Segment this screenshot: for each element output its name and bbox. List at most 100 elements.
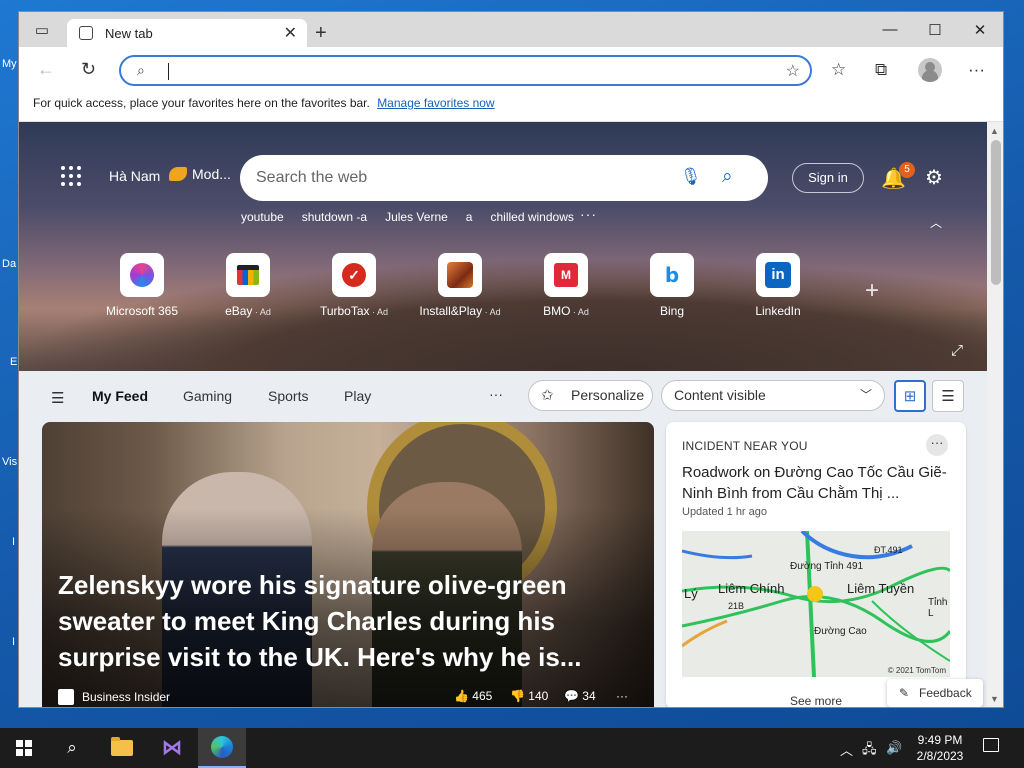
tab-gaming[interactable]: Gaming <box>183 388 232 404</box>
microphone-icon[interactable]: 🎙 <box>680 167 702 187</box>
map-label: Lý <box>684 586 698 601</box>
incident-card[interactable]: INCIDENT NEAR YOU ··· Roadwork on Đường … <box>666 422 966 707</box>
more-tabs-button[interactable]: ··· <box>489 386 503 402</box>
map-copyright: © 2021 TomTom <box>887 666 946 675</box>
scrollbar-thumb[interactable] <box>991 140 1001 285</box>
desktop-icon-label[interactable]: Vis <box>2 456 17 468</box>
search-icon[interactable]: ⌕ <box>722 166 733 188</box>
tile-ad-tag: · Ad <box>369 307 389 317</box>
desktop-icon-label[interactable]: I <box>12 536 15 548</box>
tile-name: eBay <box>225 304 253 318</box>
start-button[interactable] <box>0 728 48 768</box>
collections-icon[interactable]: ⧉ <box>875 60 887 80</box>
show-hidden-icons[interactable]: ︿ <box>840 740 853 759</box>
browser-window: ▭ New tab ✕ + — ☐ ✕ ← ↻ ⌕ ☆ ☆ ⧉ ··· For … <box>18 11 1004 708</box>
volume-icon[interactable]: 🔊 <box>886 740 902 756</box>
profile-avatar[interactable] <box>918 58 942 82</box>
app-launcher-icon[interactable] <box>61 166 81 186</box>
desktop-icon-label[interactable]: Da <box>2 258 16 270</box>
tile-microsoft-365[interactable]: Microsoft 365 <box>89 253 195 318</box>
close-tab-icon[interactable]: ✕ <box>284 23 297 43</box>
map-label: Liêm Chính <box>718 581 785 596</box>
desktop-icon-label[interactable]: I <box>12 636 15 648</box>
tab-my-feed[interactable]: My Feed <box>92 388 148 404</box>
desktop-icon-label[interactable]: My <box>2 58 17 70</box>
notification-center-icon[interactable] <box>983 738 999 752</box>
page-scrollbar[interactable]: ▲ ▼ <box>987 122 1003 707</box>
file-explorer-button[interactable] <box>98 728 146 768</box>
add-favorite-icon[interactable]: ☆ <box>786 61 800 81</box>
location-label[interactable]: Hà Nam <box>109 168 160 184</box>
minimize-button[interactable]: — <box>867 21 913 38</box>
add-site-button[interactable]: + <box>865 277 879 305</box>
list-view-button[interactable]: ☰ <box>932 380 964 412</box>
close-window-button[interactable]: ✕ <box>957 21 1003 39</box>
tab-sports[interactable]: Sports <box>268 388 308 404</box>
quick-link[interactable]: a <box>466 210 473 224</box>
source-logo-icon <box>58 689 74 705</box>
edge-button[interactable] <box>198 728 246 768</box>
tile-linkedin[interactable]: in LinkedIn <box>725 253 831 318</box>
map-roads <box>682 531 950 677</box>
tile-ebay[interactable]: eBay · Ad <box>195 253 301 318</box>
refresh-icon[interactable]: ↻ <box>81 59 96 80</box>
sign-in-button[interactable]: Sign in <box>792 163 864 193</box>
tab-play[interactable]: Play <box>344 388 371 404</box>
story-more-button[interactable]: ··· <box>616 689 628 703</box>
favorites-icon[interactable]: ☆ <box>831 60 846 80</box>
story-source[interactable]: Business Insider <box>82 690 170 704</box>
top-story-card[interactable]: Zelenskyy wore his signature olive-green… <box>42 422 654 707</box>
new-tab-button[interactable]: + <box>315 22 327 45</box>
weather-widget[interactable]: Mod... <box>169 166 231 182</box>
search-icon[interactable]: ⌕ <box>48 728 96 768</box>
desktop-icon-label[interactable]: E <box>10 356 17 368</box>
tile-install-play[interactable]: Install&Play · Ad <box>407 253 513 318</box>
comment-count: 34 <box>582 689 596 703</box>
taskbar: ⌕ ⋈ ︿ 🖧 🔊 9:49 PM 2/8/2023 <box>0 728 1024 768</box>
address-bar[interactable]: ⌕ ☆ <box>119 55 812 86</box>
maximize-button[interactable]: ☐ <box>912 21 958 39</box>
tile-name: BMO <box>543 304 571 318</box>
system-clock[interactable]: 9:49 PM 2/8/2023 <box>910 732 970 764</box>
tile-turbotax[interactable]: ✓ TurboTax · Ad <box>301 253 407 318</box>
quick-link[interactable]: youtube <box>241 210 284 224</box>
quick-link[interactable]: chilled windows <box>490 210 573 224</box>
story-headline[interactable]: Zelenskyy wore his signature olive-green… <box>58 567 638 675</box>
settings-more-icon[interactable]: ··· <box>968 60 985 80</box>
tab-actions-icon[interactable]: ▭ <box>33 21 51 39</box>
incident-title[interactable]: Roadwork on Đường Cao Tốc Cầu Giẽ-Ninh B… <box>682 462 952 504</box>
map-label: Đường Cao <box>814 626 867 637</box>
like-button[interactable]: 👍 465 <box>454 689 492 703</box>
edge-icon <box>211 736 233 758</box>
back-icon[interactable]: ← <box>37 59 55 80</box>
incident-updated: Updated 1 hr ago <box>682 506 768 518</box>
incident-more-button[interactable]: ··· <box>926 434 948 456</box>
tile-bing[interactable]: b Bing <box>619 253 725 318</box>
personalize-button[interactable]: ✩ Personalize <box>528 380 653 411</box>
comments-button[interactable]: 💬 34 <box>564 689 596 703</box>
web-search-box[interactable]: Search the web 🎙 ⌕ <box>240 155 768 201</box>
manage-favorites-link[interactable]: Manage favorites now <box>377 96 494 110</box>
tile-bmo[interactable]: M BMO · Ad <box>513 253 619 318</box>
tab-new-tab[interactable]: New tab ✕ <box>67 19 307 47</box>
content-visibility-select[interactable]: Content visible ﹀ <box>661 380 885 411</box>
expand-icon[interactable]: ⤢ <box>951 342 963 359</box>
new-tab-page: Hà Nam Mod... Search the web 🎙 ⌕ Sign in… <box>19 122 987 707</box>
feedback-button[interactable]: ✎ Feedback <box>887 679 983 707</box>
grid-view-button[interactable]: ⊞ <box>894 380 926 412</box>
chevron-up-icon[interactable]: ︿ <box>930 214 942 231</box>
gear-icon[interactable]: ⚙ <box>925 165 943 190</box>
incident-map[interactable]: Liêm Chính Liêm Tuyền Lý Đường Tỉnh 491 … <box>682 531 950 677</box>
network-icon[interactable]: 🖧 <box>862 740 877 762</box>
quick-link[interactable]: Jules Verne <box>385 210 448 224</box>
scroll-up-icon[interactable]: ▲ <box>990 126 999 136</box>
scroll-down-icon[interactable]: ▼ <box>990 694 999 704</box>
quick-links-more-button[interactable]: ··· <box>580 206 597 222</box>
quick-link[interactable]: shutdown -a <box>302 210 367 224</box>
tile-name: TurboTax <box>319 304 370 318</box>
dislike-button[interactable]: 👎 140 <box>510 689 548 703</box>
weather-text: Mod... <box>192 166 231 182</box>
weather-icon <box>169 167 187 181</box>
menu-icon[interactable]: ☰ <box>51 389 64 407</box>
visual-studio-button[interactable]: ⋈ <box>148 728 196 768</box>
